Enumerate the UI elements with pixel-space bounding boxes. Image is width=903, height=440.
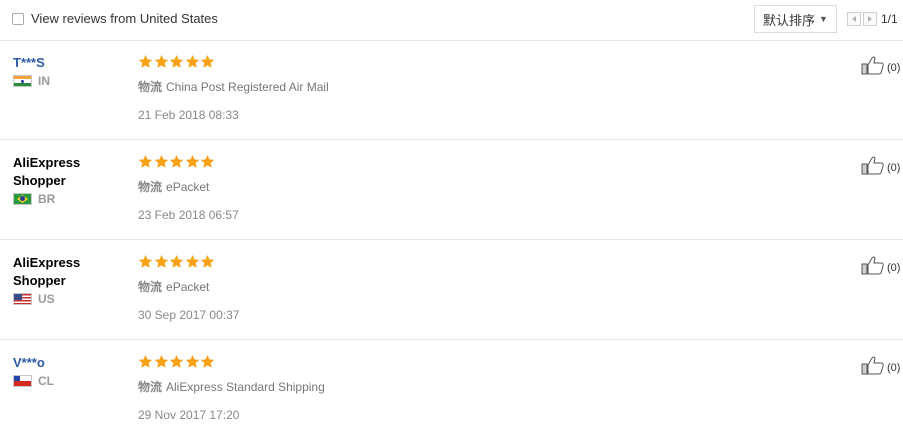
shipping-label: 物流 — [138, 80, 163, 94]
star-icon — [200, 354, 215, 369]
prev-page-button[interactable] — [847, 12, 861, 26]
thumbs-up-icon — [861, 156, 885, 180]
country-filter-label[interactable]: View reviews from United States — [31, 12, 218, 26]
reviewer-name[interactable]: T***S — [13, 54, 123, 72]
brazil-flag-icon — [13, 193, 32, 205]
next-page-icon — [868, 16, 872, 22]
thumbs-up-icon — [861, 56, 885, 80]
thumbs-up-icon — [861, 356, 885, 380]
helpful-count: (0) — [887, 262, 901, 274]
star-icon — [169, 354, 184, 369]
star-icon — [200, 54, 215, 69]
star-rating — [138, 154, 216, 169]
star-icon — [154, 54, 169, 69]
shipping-label: 物流 — [138, 180, 163, 194]
helpful-button[interactable]: (0) — [861, 256, 900, 280]
review-toolbar: View reviews from United States 默认排序 ▼ 1… — [0, 0, 903, 41]
shipping-value: ePacket — [166, 280, 210, 294]
star-icon — [154, 154, 169, 169]
star-icon — [138, 54, 153, 69]
star-rating — [138, 54, 216, 69]
shipping-value: ePacket — [166, 180, 210, 194]
country-code: IN — [38, 74, 50, 88]
star-icon — [138, 154, 153, 169]
reviewer-country: BR — [13, 192, 123, 206]
review-date: 30 Sep 2017 00:37 — [138, 308, 240, 322]
helpful-button[interactable]: (0) — [861, 56, 900, 80]
country-code: BR — [38, 192, 56, 206]
helpful-count: (0) — [887, 62, 901, 74]
reviewer-name-line2: Shopper — [13, 273, 66, 288]
reviewer-name[interactable]: V***o — [13, 354, 123, 372]
review-item: AliExpress Shopper BR 物流 ePacket 23 Feb 2… — [0, 140, 903, 240]
shipping-method: 物流 ePacket — [138, 278, 209, 295]
shipping-method: 物流 ePacket — [138, 178, 209, 195]
shipping-method: 物流 China Post Registered Air Mail — [138, 78, 329, 95]
shipping-method: 物流 AliExpress Standard Shipping — [138, 378, 325, 395]
star-icon — [154, 254, 169, 269]
review-date: 29 Nov 2017 17:20 — [138, 408, 240, 422]
star-icon — [185, 354, 200, 369]
review-date: 21 Feb 2018 08:33 — [138, 108, 239, 122]
shipping-value: AliExpress Standard Shipping — [166, 380, 325, 394]
helpful-count: (0) — [887, 162, 901, 174]
reviewer-country: IN — [13, 74, 123, 88]
chevron-down-icon: ▼ — [819, 14, 828, 24]
review-item: T***S IN 物流 China Post Registered Air Mai… — [0, 40, 903, 140]
helpful-button[interactable]: (0) — [861, 156, 900, 180]
country-filter-checkbox[interactable] — [12, 13, 24, 25]
star-rating — [138, 254, 216, 269]
helpful-count: (0) — [887, 362, 901, 374]
sort-label: 默认排序 — [763, 12, 816, 28]
next-page-button[interactable] — [863, 12, 877, 26]
star-icon — [200, 154, 215, 169]
reviewer-country: CL — [13, 374, 123, 388]
country-code: US — [38, 292, 55, 306]
star-icon — [169, 54, 184, 69]
review-date: 23 Feb 2018 06:57 — [138, 208, 239, 222]
reviewer-info: V***o CL — [13, 354, 123, 388]
reviewer-info: T***S IN — [13, 54, 123, 88]
reviewer-name: AliExpress — [13, 155, 81, 170]
review-item: AliExpress Shopper US 物流 ePacket 30 Sep 2… — [0, 240, 903, 340]
page-indicator: 1/1 — [881, 12, 898, 26]
prev-page-icon — [852, 16, 856, 22]
star-icon — [138, 354, 153, 369]
star-icon — [169, 254, 184, 269]
star-icon — [154, 354, 169, 369]
thumbs-up-icon — [861, 256, 885, 280]
star-icon — [138, 254, 153, 269]
star-icon — [185, 254, 200, 269]
pagination: 1/1 — [847, 12, 898, 26]
star-icon — [185, 54, 200, 69]
helpful-button[interactable]: (0) — [861, 356, 900, 380]
reviewer-info: AliExpress Shopper BR — [13, 154, 123, 206]
star-icon — [200, 254, 215, 269]
review-item: V***o CL 物流 AliExpress Standard Shipping … — [0, 340, 903, 440]
shipping-label: 物流 — [138, 380, 163, 394]
country-code: CL — [38, 374, 54, 388]
star-rating — [138, 354, 216, 369]
reviewer-info: AliExpress Shopper US — [13, 254, 123, 306]
chile-flag-icon — [13, 375, 32, 387]
usa-flag-icon — [13, 293, 32, 305]
country-filter[interactable]: View reviews from United States — [12, 12, 218, 26]
shipping-label: 物流 — [138, 280, 163, 294]
star-icon — [169, 154, 184, 169]
star-icon — [185, 154, 200, 169]
sort-dropdown[interactable]: 默认排序 ▼ — [754, 5, 837, 33]
reviewer-name: AliExpress — [13, 255, 81, 270]
reviewer-name-line2: Shopper — [13, 173, 66, 188]
reviewer-country: US — [13, 292, 123, 306]
india-flag-icon — [13, 75, 32, 87]
shipping-value: China Post Registered Air Mail — [166, 80, 329, 94]
